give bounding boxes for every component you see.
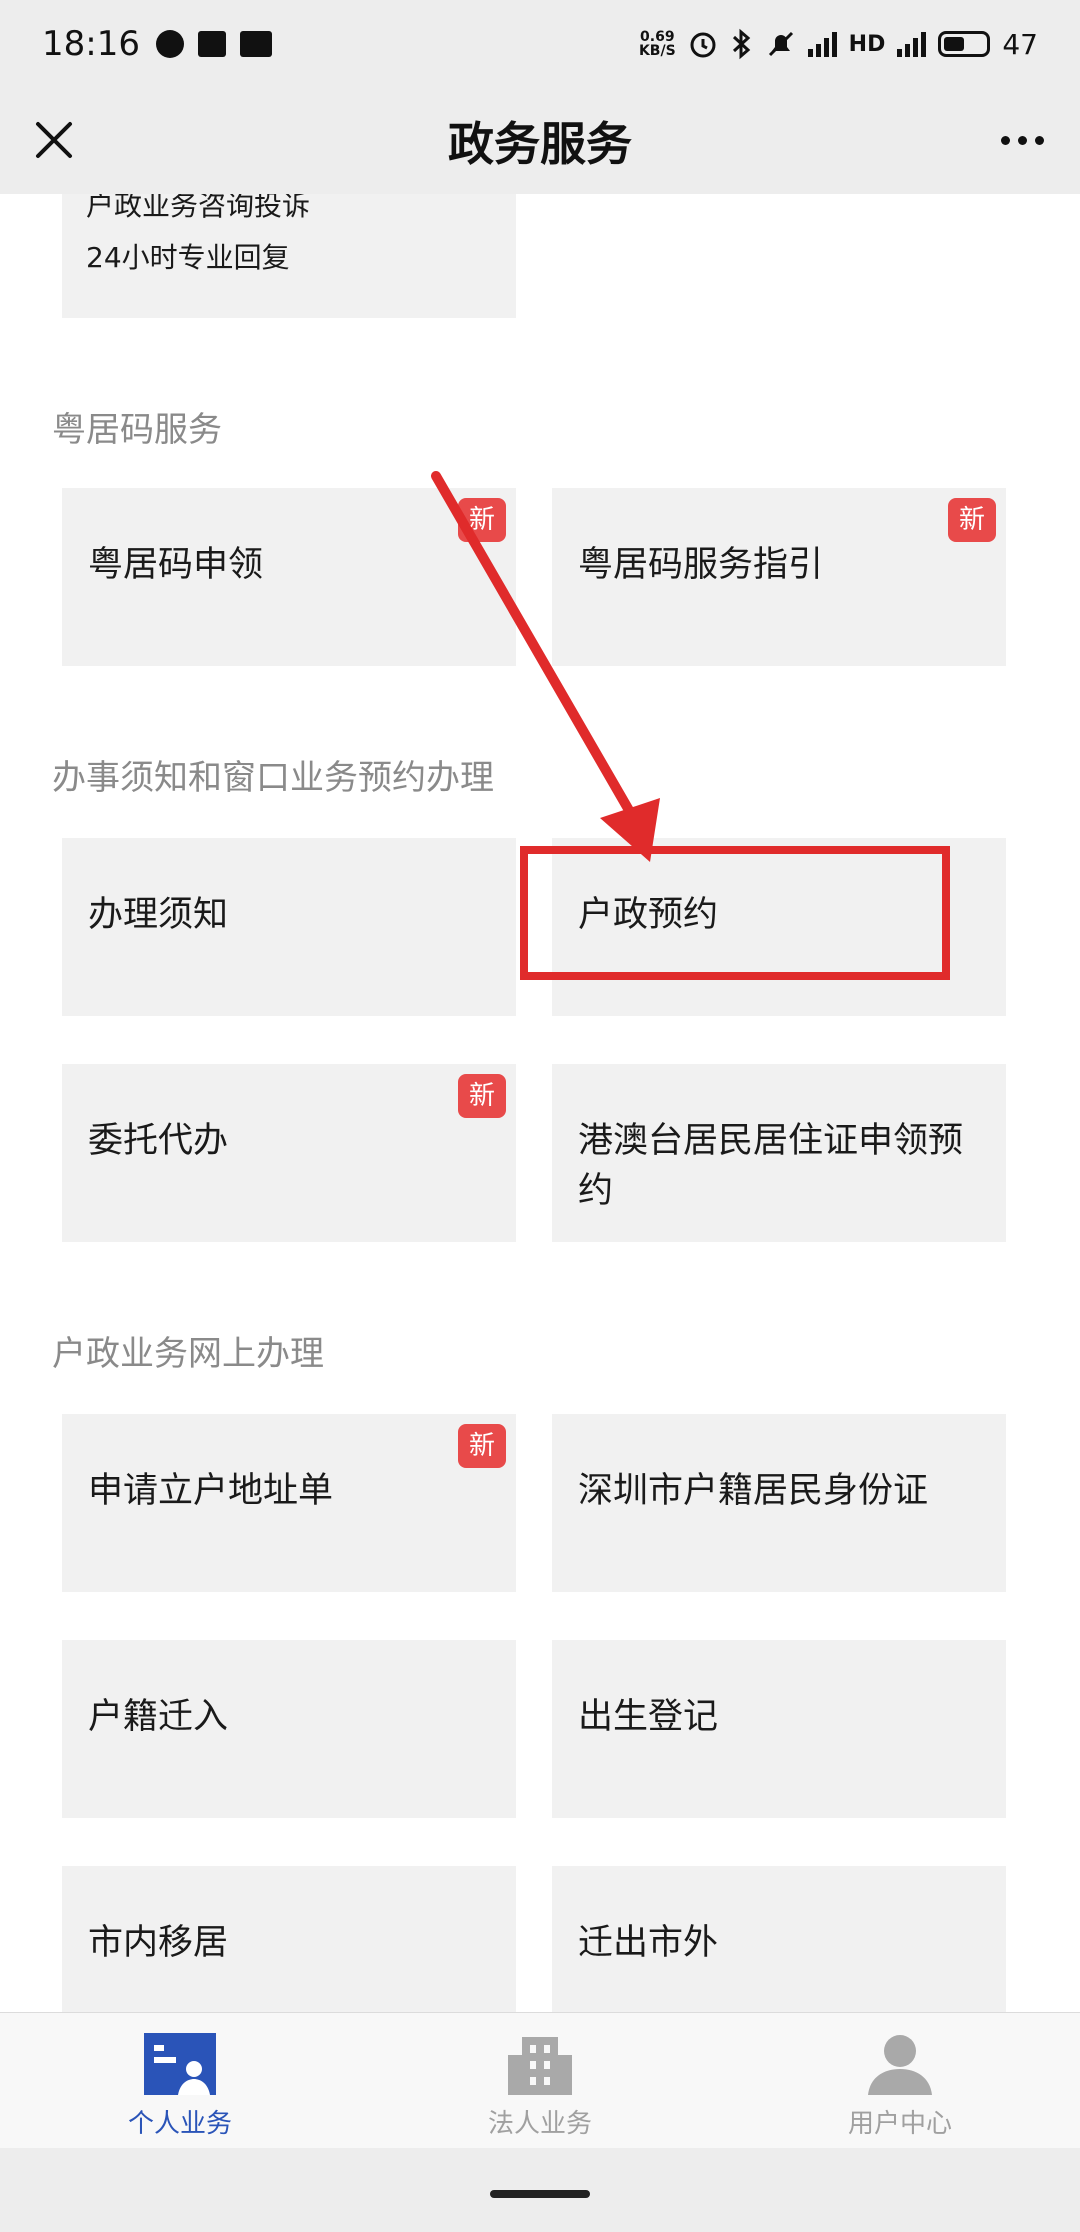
card-label: 迁出市外 — [578, 1923, 719, 1963]
hmt-residence-permit-card[interactable]: 港澳台居民居住证申领预约 — [552, 1064, 1006, 1242]
yuejuma-guide-card[interactable]: 粤居码服务指引 新 — [552, 488, 1006, 666]
nav-label: 用户中心 — [847, 2109, 952, 2139]
notification-icons — [155, 30, 272, 58]
section-title-online: 户政业务网上办理 — [52, 1334, 324, 1374]
card-label: 粤居码申领 — [88, 545, 264, 585]
home-indicator[interactable] — [490, 2190, 590, 2198]
card-label: 出生登记 — [578, 1697, 719, 1737]
more-dot-icon — [1000, 135, 1010, 145]
close-button[interactable] — [28, 114, 80, 166]
more-button[interactable] — [992, 118, 1052, 162]
address-form-card[interactable]: 申请立户地址单 新 — [62, 1414, 516, 1592]
consult-card-line2: 24小时专业回复 — [86, 241, 290, 274]
notice-card[interactable]: 办理须知 — [62, 838, 516, 1016]
scroll-content[interactable]: 户政业务咨询投诉 24小时专业回复 粤居码服务 粤居码申领 新 粤居码服务指引 … — [0, 194, 1080, 2012]
chat-notification-icon — [155, 30, 184, 58]
more-dot-icon — [1017, 135, 1027, 145]
bluetooth-icon — [732, 28, 750, 60]
card-label: 市内移居 — [88, 1923, 229, 1963]
new-badge: 新 — [458, 1424, 506, 1468]
card-label: 委托代办 — [88, 1121, 229, 1161]
entrust-card[interactable]: 委托代办 新 — [62, 1064, 516, 1242]
birth-registration-card[interactable]: 出生登记 — [552, 1640, 1006, 1818]
user-icon — [868, 2035, 932, 2095]
status-bar: 18:16 0.69 KB/S HD 47 — [0, 0, 1080, 88]
page-title: 政务服务 — [448, 117, 632, 171]
status-right: 0.69 KB/S HD 47 — [639, 28, 1038, 61]
id-card-card[interactable]: 深圳市户籍居民身份证 — [552, 1414, 1006, 1592]
battery-icon — [938, 31, 991, 57]
move-out-city-card[interactable]: 迁出市外 — [552, 1866, 1006, 2012]
personal-card-icon — [144, 2033, 216, 2095]
net-speed-unit: KB/S — [638, 43, 676, 59]
net-speed: 0.69 KB/S — [639, 30, 676, 58]
intra-city-move-card[interactable]: 市内移居 — [62, 1866, 516, 2012]
new-badge: 新 — [458, 1074, 506, 1118]
alarm-icon — [690, 32, 716, 58]
card-label: 办理须知 — [88, 895, 229, 935]
mute-icon — [768, 31, 793, 57]
consult-card-line1: 户政业务咨询投诉 — [86, 194, 311, 222]
section-title-appointment: 办事须知和窗口业务预约办理 — [52, 758, 494, 798]
card-label: 粤居码服务指引 — [578, 545, 824, 585]
close-icon — [36, 122, 72, 158]
bottom-nav: 个人业务 法人业务 用户中心 — [0, 2012, 1080, 2149]
nav-label: 法人业务 — [487, 2109, 592, 2139]
app-header: 政务服务 — [0, 88, 1080, 194]
status-time: 18:16 — [42, 24, 140, 64]
hd-label: HD — [848, 31, 886, 57]
card-label: 港澳台居民居住证申领预约 — [578, 1121, 964, 1211]
new-badge: 新 — [948, 498, 996, 542]
signal-4g-icon — [807, 31, 837, 57]
card-label: 户籍迁入 — [88, 1697, 229, 1737]
hukou-move-in-card[interactable]: 户籍迁入 — [62, 1640, 516, 1818]
highlight-box — [520, 846, 950, 980]
card-label: 申请立户地址单 — [88, 1471, 334, 1511]
net-speed-value: 0.69 — [640, 29, 675, 45]
nav-user-center[interactable]: 用户中心 — [720, 2013, 1080, 2149]
card-label: 深圳市户籍居民身份证 — [578, 1471, 929, 1511]
new-badge: 新 — [458, 498, 506, 542]
yuejuma-apply-card[interactable]: 粤居码申领 新 — [62, 488, 516, 666]
news-notification-icon — [239, 31, 272, 57]
mail-notification-icon — [197, 31, 226, 57]
section-title-yuejuma: 粤居码服务 — [52, 410, 222, 450]
nav-label: 个人业务 — [127, 2109, 232, 2139]
signal-icon — [897, 31, 927, 57]
more-dot-icon — [1034, 135, 1044, 145]
nav-legal-business[interactable]: 法人业务 — [360, 2013, 720, 2149]
system-gesture-area — [0, 2148, 1080, 2232]
battery-level: 47 — [1002, 27, 1038, 61]
building-icon — [508, 2037, 572, 2095]
nav-personal-business[interactable]: 个人业务 — [0, 2013, 360, 2149]
